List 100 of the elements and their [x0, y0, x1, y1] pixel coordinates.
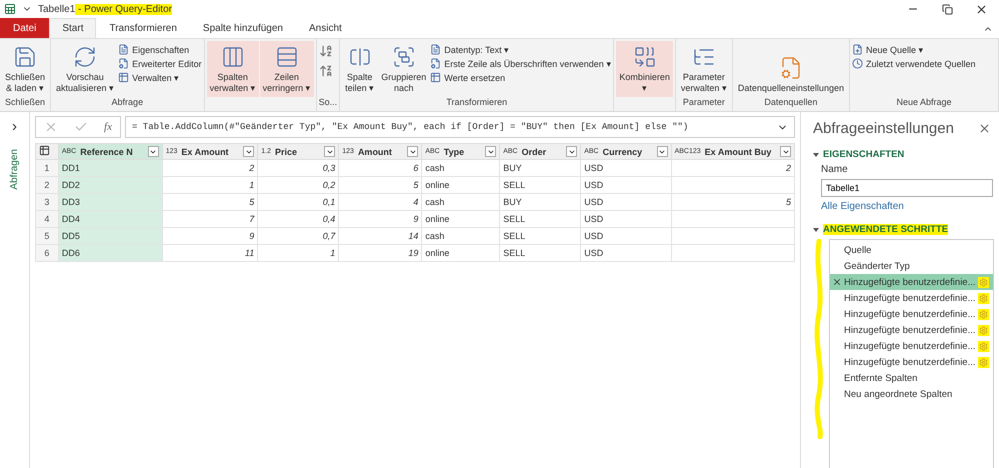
group-label: So... — [318, 97, 338, 109]
table-cell: DD3 — [58, 194, 162, 210]
ribbon-tab[interactable]: Start — [49, 18, 96, 38]
ribbon-button[interactable]: Gruppieren nach — [378, 41, 430, 97]
gear-document-icon — [430, 58, 442, 69]
ribbon-button[interactable]: Parameter verwalten ▾ — [678, 41, 730, 97]
formula-field[interactable]: = Table.AddColumn(#"Geänderter Typ", "Ex Amount Buy", each if [Order] = "BUY" then [Ex Amount] else "") — [125, 116, 795, 138]
table-cell: cash — [422, 160, 500, 176]
table-cell: online — [422, 244, 500, 262]
table-cell: 2 — [162, 160, 258, 176]
table-cell: 5 — [338, 176, 422, 194]
filter-dropdown[interactable] — [780, 146, 791, 157]
table-cell: USD — [580, 210, 672, 228]
table-cell: 11 — [162, 244, 258, 262]
applied-step[interactable]: Hinzugefügte benutzerdefinie... — [830, 274, 993, 290]
document-icon — [430, 44, 442, 55]
table-cell: BUY — [500, 194, 581, 210]
table-cell: 6 — [338, 160, 422, 176]
rows-icon — [274, 45, 299, 69]
sort-descending-icon[interactable] — [318, 64, 333, 78]
table-cell: cash — [422, 228, 500, 244]
spreadsheet-icon — [4, 3, 16, 15]
ribbon-menu-button[interactable]: Verwalten ▾ — [118, 72, 202, 83]
ribbon-button[interactable]: Vorschau aktualisieren ▾ — [53, 41, 118, 97]
table-cell: 1 — [162, 176, 258, 194]
applied-step[interactable]: Geänderter Typ — [830, 258, 993, 274]
table-cell: 19 — [338, 244, 422, 262]
table-cell: 5 — [671, 194, 794, 210]
table-cell: DD4 — [58, 210, 162, 228]
applied-step[interactable]: Hinzugefügte benutzerdefinie... — [830, 306, 993, 322]
table-menu-icon[interactable] — [39, 145, 50, 156]
ribbon-button[interactable]: Spalten verwalten ▾ — [206, 41, 259, 97]
table-cell: SELL — [500, 244, 581, 262]
cancel-icon[interactable] — [44, 120, 58, 134]
table-cell: USD — [580, 176, 672, 194]
group-label: Transformieren — [445, 97, 508, 109]
applied-step[interactable]: Hinzugefügte benutzerdefinie... — [830, 338, 993, 354]
ribbon-menu-button[interactable]: Datentyp: Text ▾ — [430, 44, 612, 55]
table-cell: DD5 — [58, 228, 162, 244]
gear-icon[interactable] — [978, 276, 989, 288]
ribbon-menu-button[interactable]: Neue Quelle ▾ — [852, 44, 976, 55]
filter-dropdown[interactable] — [243, 146, 254, 157]
applied-step[interactable]: Quelle — [830, 242, 993, 258]
filter-dropdown[interactable] — [485, 146, 496, 157]
table-cell: 0,2 — [258, 176, 339, 194]
table-cell: DD1 — [58, 160, 162, 176]
applied-step[interactable]: Hinzugefügte benutzerdefinie... — [830, 290, 993, 306]
ribbon-button[interactable]: Datenquelleneinstellungen — [734, 41, 847, 97]
new-document-icon — [852, 44, 863, 55]
gear-icon[interactable] — [978, 324, 989, 336]
ribbon-menu-button[interactable]: Erste Zeile als Überschriften verwenden ▾ — [430, 58, 612, 69]
group-label: Neue Abfrage — [895, 97, 952, 109]
filter-dropdown[interactable] — [148, 146, 159, 157]
table-cell: 4 — [338, 194, 422, 210]
gear-icon[interactable] — [978, 356, 989, 368]
table-cell: 7 — [162, 210, 258, 228]
gear-icon[interactable] — [978, 292, 989, 304]
group-label: Abfrage — [110, 97, 144, 109]
filter-dropdown[interactable] — [656, 146, 668, 157]
filter-dropdown[interactable] — [566, 146, 578, 157]
filter-dropdown[interactable] — [407, 146, 418, 157]
combine-icon — [632, 45, 657, 69]
delete-step-icon[interactable] — [832, 277, 842, 287]
applied-step[interactable]: Hinzugefügte benutzerdefinie... — [830, 322, 993, 338]
applied-step[interactable]: Hinzugefügte benutzerdefinie... — [830, 354, 993, 370]
applied-step[interactable]: Neu angeordnete Spalten — [830, 386, 993, 402]
gear-icon[interactable] — [978, 308, 989, 320]
ribbon-menu-button[interactable]: Werte ersetzen — [430, 72, 612, 83]
table-cell: USD — [580, 228, 672, 244]
expand-button[interactable]: › — [12, 118, 17, 135]
ribbon-button[interactable]: Zeilen verringern ▾ — [260, 41, 314, 97]
field-label: Name — [820, 164, 849, 175]
table-cell: SELL — [500, 228, 581, 244]
row-number: 4 — [36, 210, 58, 228]
close-icon[interactable] — [978, 122, 991, 135]
table-cell: USD — [580, 244, 672, 262]
ribbon-menu-button[interactable]: Erweiterter Editor — [118, 58, 202, 69]
function-button[interactable]: fx — [104, 121, 112, 133]
ribbon-menu-button[interactable]: Zuletzt verwendete Quellen — [852, 58, 976, 69]
gear-icon[interactable] — [978, 340, 989, 352]
ribbon-button[interactable]: Schließen & laden ▾ — [2, 41, 48, 97]
row-number: 5 — [36, 228, 58, 244]
table-cell: 0,4 — [258, 210, 339, 228]
ribbon-menu-button[interactable]: Eigenschaften — [118, 44, 202, 55]
row-number: 2 — [36, 176, 58, 194]
sort-ascending-icon[interactable] — [318, 44, 333, 58]
table-cell: SELL — [500, 210, 581, 228]
window-title: Tabelle1 — [38, 4, 76, 14]
applied-step[interactable]: Entfernte Spalten — [830, 370, 993, 386]
table-cell: 0,7 — [258, 228, 339, 244]
filter-dropdown[interactable] — [324, 146, 336, 157]
section-heading: EIGENSCHAFTEN — [823, 149, 904, 160]
ribbon-tab[interactable]: Datei — [0, 18, 50, 38]
ribbon-button[interactable]: Spalte teilen ▾ — [342, 41, 378, 97]
window-title: - Power Query-Editor — [75, 4, 172, 14]
all-properties-link[interactable]: Alle Eigenschaften — [813, 201, 991, 212]
ribbon-button[interactable]: Kombinieren ▾ — [616, 41, 673, 97]
name-field[interactable]: Tabelle1 — [821, 179, 993, 197]
queries-pane-label[interactable]: Abfragen — [9, 149, 20, 190]
save-icon — [13, 45, 38, 69]
